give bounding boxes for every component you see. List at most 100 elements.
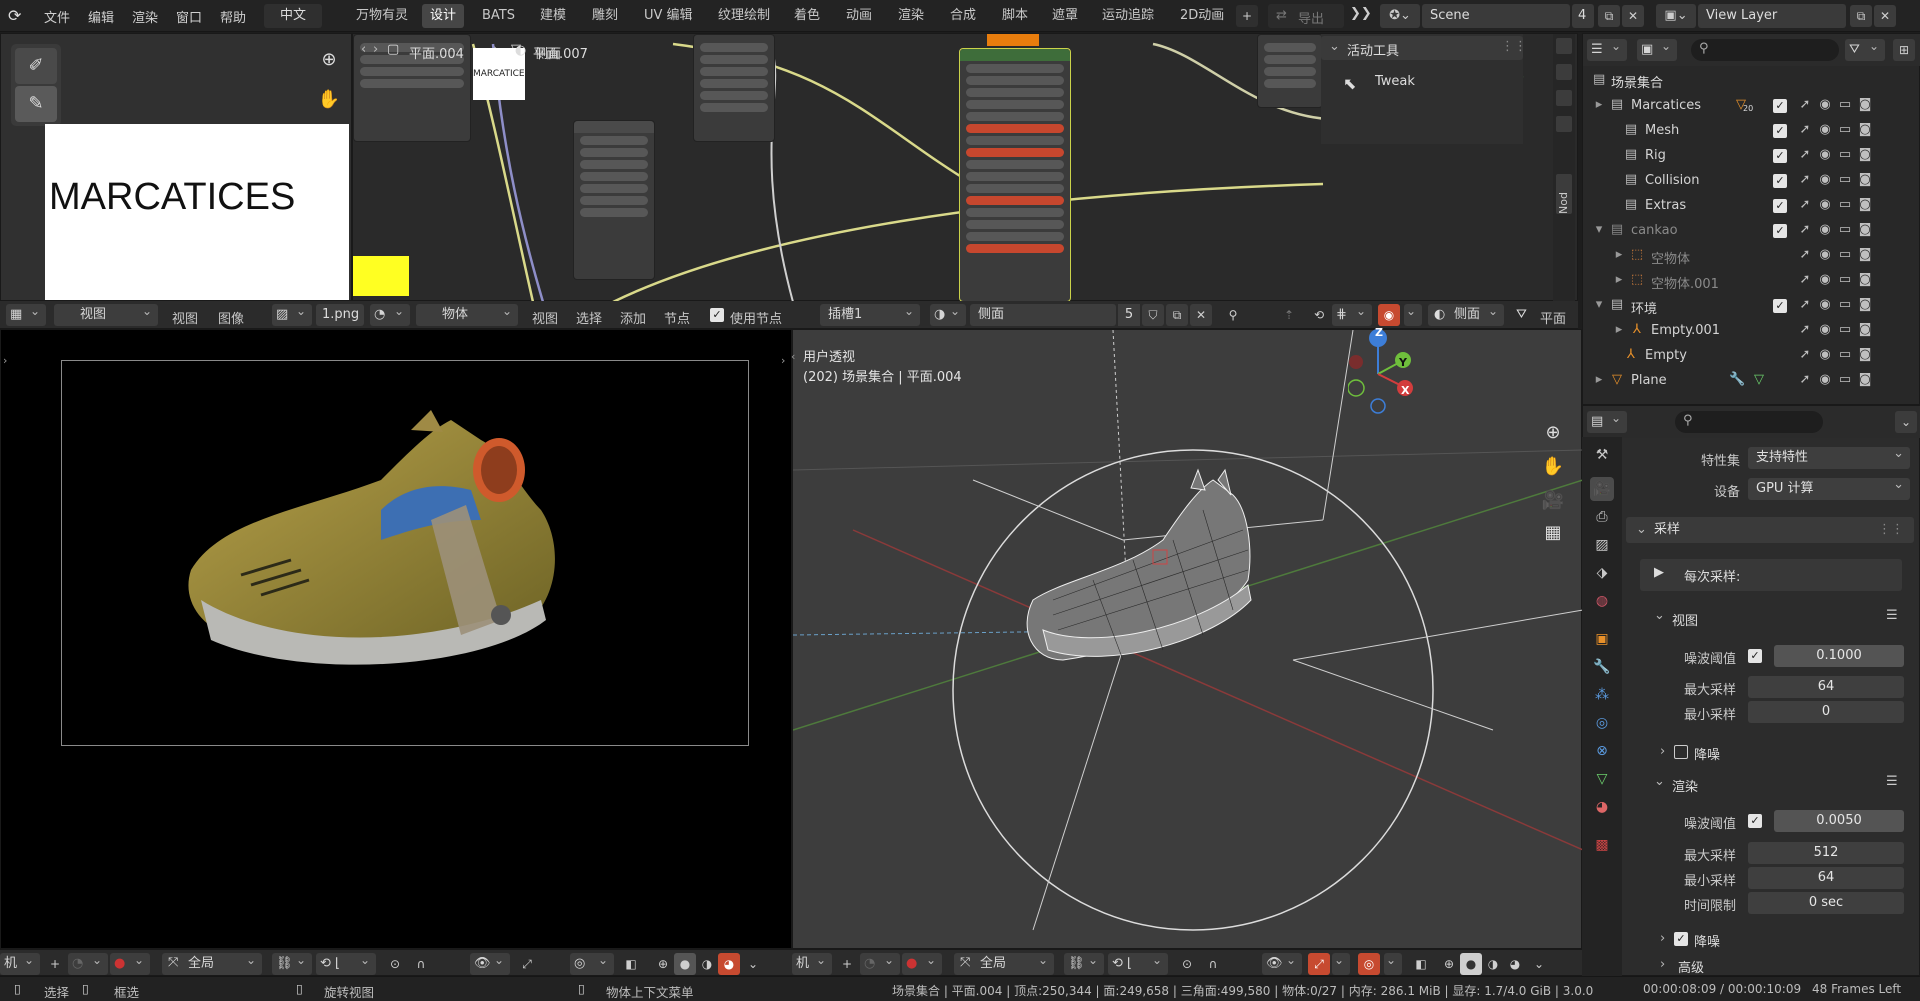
new-view-layer-icon[interactable]: ⧉: [1850, 5, 1872, 27]
tab-wanwu[interactable]: 万物有灵: [348, 4, 416, 28]
vp-add-icon[interactable]: +: [836, 953, 858, 975]
duplicate-material-icon[interactable]: ⧉: [1166, 304, 1188, 326]
expand-arrow-icon[interactable]: ▸: [1611, 322, 1627, 338]
monitor-icon[interactable]: ▭: [1837, 272, 1853, 288]
render-camera-icon[interactable]: ◙: [1857, 122, 1873, 138]
editor-type-dd-icon[interactable]: ▦: [6, 300, 46, 326]
expand-arrow-icon[interactable]: ▾: [1591, 297, 1607, 313]
particles-properties-icon[interactable]: ⁂: [1590, 683, 1614, 707]
new-collection-icon[interactable]: ⊞: [1893, 39, 1915, 61]
eye-icon[interactable]: ◉: [1817, 372, 1833, 388]
proportional-icon[interactable]: ⊙: [384, 953, 406, 975]
export-button[interactable]: ⇄ 导出: [1268, 4, 1344, 28]
world-properties-icon[interactable]: ◍: [1590, 589, 1614, 613]
menu-render[interactable]: 渲染: [132, 7, 158, 26]
overlay-toggle-icon[interactable]: ◉: [1378, 304, 1400, 326]
expand-arrow-icon[interactable]: ▸: [1611, 247, 1627, 263]
scene-name-field[interactable]: Scene: [1422, 4, 1570, 28]
blender-logo-icon[interactable]: ⟳: [8, 6, 28, 26]
material-name-field[interactable]: 侧面: [970, 304, 1116, 326]
r-max-field[interactable]: 512: [1748, 842, 1904, 864]
properties-type-dd-icon[interactable]: ▤: [1587, 407, 1627, 433]
select-arrow-icon[interactable]: ➚: [1797, 197, 1813, 213]
menu-image[interactable]: 图像: [218, 308, 244, 327]
render-camera-icon[interactable]: ◙: [1857, 347, 1873, 363]
node-texture-coord[interactable]: [573, 120, 655, 280]
eye-icon[interactable]: ◉: [1817, 122, 1833, 138]
eye-icon[interactable]: ◉: [1817, 347, 1833, 363]
eye-icon[interactable]: ◉: [1817, 172, 1833, 188]
vp-material-shading-icon[interactable]: ◑: [1482, 953, 1504, 975]
ortho-grid-icon[interactable]: ▦: [1538, 518, 1568, 548]
unlink-material-icon[interactable]: ✕: [1190, 304, 1212, 326]
eye-icon[interactable]: ◉: [1817, 247, 1833, 263]
vp-visibility-dd-icon[interactable]: 👁: [1262, 949, 1302, 975]
scene-browse-icon[interactable]: ✪⌄: [1380, 4, 1420, 28]
vp-overlays-dd-icon[interactable]: [1384, 949, 1402, 975]
properties-search-input[interactable]: ⚲: [1675, 411, 1823, 433]
vp-gizmo-dd-icon[interactable]: [1332, 949, 1350, 975]
eyedropper-icon[interactable]: ✐: [15, 48, 57, 84]
exclude-checkbox[interactable]: ✓: [1773, 174, 1787, 188]
outliner-row[interactable]: ▤ Mesh ✓ ➚ ◉ ▭ ◙: [1583, 119, 1871, 143]
outliner-item-label[interactable]: 空物体: [1651, 248, 1690, 267]
outliner-item-label[interactable]: Plane: [1631, 373, 1667, 388]
menu-node-node[interactable]: 节点: [664, 308, 690, 327]
tab-motion-tracking[interactable]: 运动追踪: [1094, 4, 1162, 28]
exclude-checkbox[interactable]: ✓: [1773, 224, 1787, 238]
overlay-dd-icon[interactable]: [1404, 300, 1422, 326]
select-arrow-icon[interactable]: ➚: [1797, 97, 1813, 113]
render-mode-dd[interactable]: 机: [0, 949, 40, 975]
new-scene-icon[interactable]: ⧉: [1598, 5, 1620, 27]
menu-file[interactable]: 文件: [44, 7, 70, 26]
delete-view-layer-icon[interactable]: ✕: [1874, 5, 1896, 27]
render-section-label[interactable]: 渲染: [1672, 776, 1698, 795]
vp-noise-field[interactable]: 0.1000: [1774, 645, 1904, 667]
sampling-panel-header[interactable]: ⌄ 采样 ⋮⋮: [1626, 517, 1914, 543]
select-arrow-icon[interactable]: ➚: [1797, 322, 1813, 338]
material-shading-icon[interactable]: ◑: [696, 953, 718, 975]
gizmo-toggle-icon[interactable]: ⤢: [516, 953, 538, 975]
r-min-field[interactable]: 64: [1748, 867, 1904, 889]
tab-texture[interactable]: 纹理绘制: [710, 4, 778, 28]
viewport-pan-icon[interactable]: ✋: [1538, 452, 1568, 482]
annotate-icon[interactable]: ✎: [15, 86, 57, 122]
render-camera-icon[interactable]: ◙: [1857, 172, 1873, 188]
outliner-item-label[interactable]: 空物体.001: [1651, 273, 1719, 292]
viewport-mode-dd[interactable]: 机: [792, 949, 832, 975]
outliner-item-label[interactable]: Extras: [1645, 198, 1686, 213]
object-properties-icon[interactable]: ▣: [1590, 627, 1614, 651]
tab-animation[interactable]: 动画: [838, 4, 880, 28]
node-principled-bsdf[interactable]: [959, 48, 1071, 302]
outliner-item-label[interactable]: Mesh: [1645, 123, 1679, 138]
snap-dd-icon[interactable]: ⟲ ⌊: [316, 949, 376, 975]
select-arrow-icon[interactable]: ➚: [1797, 372, 1813, 388]
rendered-shading-icon[interactable]: ◕: [718, 953, 740, 975]
monitor-icon[interactable]: ▭: [1837, 247, 1853, 263]
device-select[interactable]: GPU 计算: [1748, 474, 1910, 500]
select-arrow-icon[interactable]: ➚: [1797, 147, 1813, 163]
sidebar-tab-item[interactable]: [1556, 38, 1572, 54]
outliner-row[interactable]: ▸ ⬚ 空物体 ➚ ◉ ▭ ◙: [1583, 244, 1872, 268]
monitor-icon[interactable]: ▭: [1837, 197, 1853, 213]
eye-icon[interactable]: ◉: [1817, 272, 1833, 288]
outliner-row[interactable]: ⅄ Empty ➚ ◉ ▭ ◙: [1583, 344, 1871, 368]
render-camera-icon[interactable]: ◙: [1857, 372, 1873, 388]
monitor-icon[interactable]: ▭: [1837, 372, 1853, 388]
vp-snap-dd-icon[interactable]: ⟲ ⌊: [1108, 949, 1168, 975]
tab-shading[interactable]: 着色: [786, 4, 828, 28]
advanced-label[interactable]: 高级: [1678, 957, 1704, 976]
node-mapping[interactable]: [693, 34, 775, 142]
outliner-item-label[interactable]: cankao: [1631, 223, 1678, 238]
render-camera-icon[interactable]: ◙: [1857, 222, 1873, 238]
r-noise-field[interactable]: 0.0050: [1774, 810, 1904, 832]
vp-noise-checkbox[interactable]: ✓: [1748, 649, 1762, 663]
monitor-icon[interactable]: ▭: [1837, 297, 1853, 313]
render-camera-icon[interactable]: ◙: [1857, 272, 1873, 288]
material-dd-icon[interactable]: ●: [110, 949, 150, 975]
object-dd[interactable]: 物体: [416, 300, 518, 326]
constraints-properties-icon[interactable]: ⊗: [1590, 739, 1614, 763]
falloff-icon[interactable]: ∩: [410, 953, 432, 975]
render-properties-icon[interactable]: 🎥: [1590, 477, 1614, 501]
eye-icon[interactable]: ◉: [1817, 97, 1833, 113]
